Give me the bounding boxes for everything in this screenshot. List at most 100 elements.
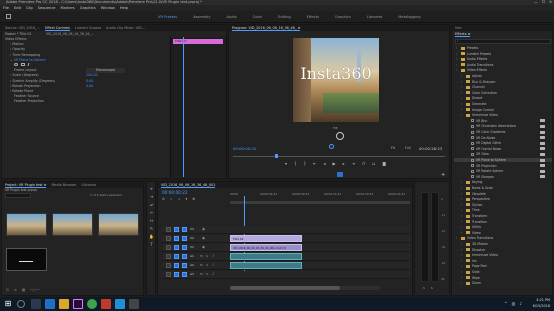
project-search-input[interactable] <box>5 193 31 198</box>
solo-right-button[interactable]: S <box>431 286 433 290</box>
network-icon[interactable]: ▥ <box>512 301 516 306</box>
app-icon[interactable] <box>129 299 139 309</box>
effect-item[interactable]: VR Sharpen <box>454 175 552 179</box>
system-clock[interactable]: 4:21 PM 6/15/2018 <box>533 298 550 309</box>
effects-folder[interactable]: › Obsolete <box>454 192 552 196</box>
effects-folder[interactable]: › Wipe <box>454 276 552 280</box>
hand-tool-icon[interactable]: ✋ <box>149 234 154 239</box>
timeline-video-clip[interactable]: VID_2016_06_06_16_36_46_001.mp4 [V] <box>230 244 302 251</box>
volume-icon[interactable]: ♪ <box>519 301 522 306</box>
effects-folder[interactable]: › Transition <box>454 220 552 224</box>
mark-out-icon[interactable]: } <box>304 161 307 166</box>
solo-button[interactable]: S <box>206 272 208 276</box>
workspace-tab-assembly[interactable]: Assembly <box>185 11 218 23</box>
source-patch-a[interactable] <box>174 254 179 259</box>
effects-folder[interactable]: › Perspective <box>454 197 552 201</box>
track-select-tool-icon[interactable]: ⇥ <box>149 194 154 199</box>
effect-item[interactable]: VR Rotate Sphere <box>454 169 552 173</box>
timeline-settings-icon[interactable]: ⚙ <box>192 197 195 201</box>
track-target[interactable] <box>182 236 187 241</box>
effects-folder[interactable]: › Transform <box>454 214 552 218</box>
track-target[interactable] <box>182 272 187 277</box>
track-target[interactable] <box>182 227 187 232</box>
eye-icon[interactable]: ◉ <box>202 236 205 240</box>
source-patch-a[interactable] <box>174 263 179 268</box>
lift-icon[interactable]: ⊓ <box>362 161 365 166</box>
ellipse-mask-icon[interactable] <box>14 62 18 66</box>
mic-icon[interactable]: ♪ <box>212 272 214 276</box>
timeline-zoom-scrollbar[interactable] <box>230 286 380 290</box>
vr-heading-dial[interactable] <box>336 132 344 140</box>
mark-in-icon[interactable]: { <box>294 161 297 166</box>
source-patch-v[interactable] <box>174 245 179 250</box>
effects-folder[interactable]: › Blur & Sharpen <box>454 80 552 84</box>
eye-icon[interactable]: ◉ <box>202 245 205 249</box>
effects-folder[interactable]: › Zoom <box>454 281 552 285</box>
effect-item[interactable]: VR Glow <box>454 152 552 156</box>
effects-folder[interactable]: › Video <box>454 231 552 235</box>
tab-libraries[interactable]: Libraries <box>81 182 96 188</box>
effects-folder[interactable]: › Presets <box>454 46 552 50</box>
effects-folder[interactable]: › Iris <box>454 259 552 263</box>
nest-icon[interactable]: ⊞ <box>162 197 165 201</box>
cortana-search-icon[interactable] <box>17 300 25 308</box>
tab-timeline-sequence[interactable]: VID_2016_06_06_16_36_46_001 <box>161 182 216 188</box>
workspace-tab-audio[interactable]: Audio <box>219 11 245 23</box>
effects-folder[interactable]: › Time <box>454 208 552 212</box>
lock-track-icon[interactable] <box>166 272 171 277</box>
program-playhead[interactable] <box>275 154 278 158</box>
mute-button[interactable]: M <box>200 272 203 276</box>
effects-folder[interactable]: › Keying <box>454 180 552 184</box>
program-scrubber[interactable] <box>233 156 445 157</box>
effects-folder[interactable]: › Video Effects <box>454 68 552 72</box>
timeline-timecode[interactable]: 00:00:00:22 <box>162 190 188 195</box>
mic-icon[interactable]: ♪ <box>212 263 214 267</box>
file-explorer-icon[interactable] <box>59 299 69 309</box>
goto-out-icon[interactable]: ⇥ <box>352 161 355 166</box>
acrobat-icon[interactable] <box>101 299 111 309</box>
effects-folder[interactable]: › Image Control <box>454 108 552 112</box>
effects-folder[interactable]: › Video Transitions <box>454 236 552 240</box>
slip-tool-icon[interactable]: ↔ <box>149 218 154 223</box>
goto-in-icon[interactable]: ⇤ <box>313 161 316 166</box>
effects-folder[interactable]: › Utility <box>454 225 552 229</box>
project-thumbnail[interactable] <box>98 213 139 236</box>
effect-item[interactable]: VR Chromatic Aberrations <box>454 124 552 128</box>
effect-item[interactable]: VR Blur <box>454 119 552 123</box>
mute-button[interactable]: M <box>200 254 203 258</box>
resolution-dropdown[interactable]: Full <box>405 146 411 150</box>
type-tool-icon[interactable]: T <box>149 242 154 247</box>
effects-folder[interactable]: › Distort <box>454 96 552 100</box>
lock-track-icon[interactable] <box>166 236 171 241</box>
vr-video-toggle-icon[interactable] <box>337 172 343 177</box>
edge-browser-icon[interactable] <box>45 299 55 309</box>
mini-playhead[interactable] <box>183 37 184 177</box>
effects-folder[interactable]: › Immersive Video <box>454 113 552 117</box>
razor-tool-icon[interactable]: ✂ <box>149 210 154 215</box>
lock-track-icon[interactable] <box>166 227 171 232</box>
program-timecode[interactable]: 00:00:00:22 <box>233 146 256 151</box>
effects-folder[interactable]: › Page Peel <box>454 264 552 268</box>
ripple-edit-tool-icon[interactable]: ⟛ <box>149 202 154 207</box>
chrome-icon[interactable] <box>87 299 97 309</box>
effects-folder[interactable]: › Audio Transitions <box>454 63 552 67</box>
lock-icon[interactable]: ⊡ <box>6 288 9 296</box>
home-icon[interactable] <box>6 14 11 19</box>
effects-folder[interactable]: › Color Correction <box>454 91 552 95</box>
tab-program-monitor[interactable]: Program: VID_2016_06_06_16_36_46_ ≡ <box>232 25 301 31</box>
project-thumbnail-title[interactable] <box>6 248 47 271</box>
zoom-slider[interactable]: ─○── <box>30 288 39 296</box>
program-video-frame[interactable]: Insta360 <box>293 38 379 122</box>
effect-item[interactable]: VR Color Gradients <box>454 130 552 134</box>
task-view-icon[interactable] <box>31 299 41 309</box>
lock-track-icon[interactable] <box>166 263 171 268</box>
effects-folder[interactable]: › Noise & Grain <box>454 186 552 190</box>
marker-icon[interactable]: ▾ <box>285 161 287 166</box>
mute-button[interactable]: M <box>200 263 203 267</box>
effects-folder[interactable]: › Lumetri Presets <box>454 52 552 56</box>
effects-folder[interactable]: › 3D Motion <box>454 242 552 246</box>
effect-item[interactable]: VR Projection <box>454 164 552 168</box>
workspace-tab-graphics[interactable]: Graphics <box>327 11 359 23</box>
selection-tool-icon[interactable]: ➤ <box>149 186 154 191</box>
solo-button[interactable]: S <box>206 263 208 267</box>
